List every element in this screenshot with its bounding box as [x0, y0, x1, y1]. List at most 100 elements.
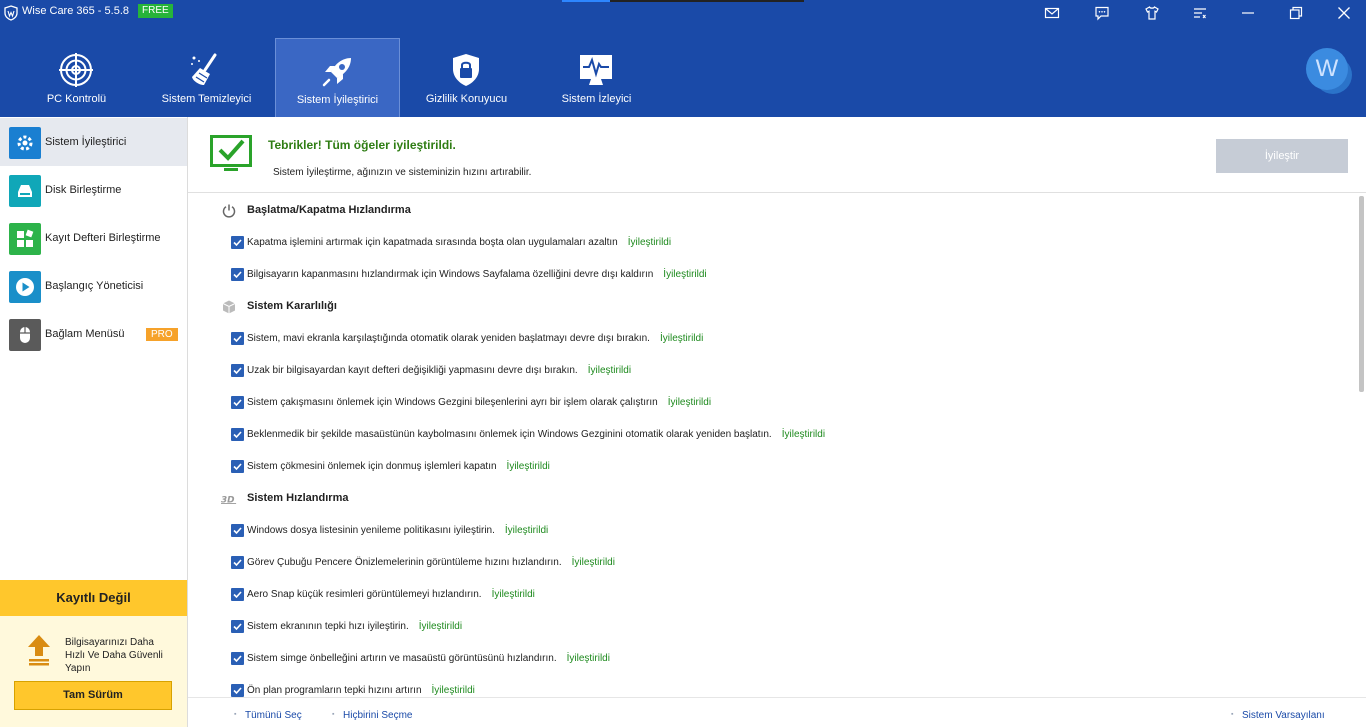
menu-icon[interactable] [1191, 4, 1209, 22]
checkbox[interactable] [231, 524, 244, 537]
lock-shield-icon [453, 54, 479, 86]
item-text: Görev Çubuğu Pencere Önizlemelerinin gör… [247, 557, 562, 568]
item-text: Sistem, mavi ekranla karşılaştığında oto… [247, 333, 650, 344]
tab-label: Gizlilik Koruyucu [425, 93, 508, 105]
item-text: Bilgisayarın kapanmasını hızlandırmak iç… [247, 269, 654, 280]
status-text: İyileştirildi [659, 333, 704, 344]
status-text: İyileştirildi [587, 365, 632, 376]
minimize-icon[interactable] [1239, 4, 1257, 22]
status-text: İyileştirildi [571, 557, 615, 568]
select-all-link[interactable]: Tümünü Seç [234, 710, 302, 721]
tab-sistem-izleyici[interactable]: Sistem İzleyici [534, 38, 659, 117]
tab-label: PC Kontrolü [46, 93, 107, 105]
item-text: Aero Snap küçük resimleri görüntülemeyi … [247, 589, 482, 600]
gear-icon [9, 127, 41, 159]
item-text: Windows dosya listesinin yenileme politi… [247, 525, 495, 536]
status-text: İyileştirildi [504, 525, 549, 536]
checkbox[interactable] [231, 396, 244, 409]
app-header: Wise Care 365 - 5.5.8 FREE PC Kontrolü S… [0, 0, 1366, 117]
tab-label: Sistem İyileştirici [296, 94, 379, 106]
tab-label: Sistem Temizleyici [161, 93, 252, 105]
tab-sistem-iyilestirici[interactable]: Sistem İyileştirici [275, 38, 400, 117]
status-text: İyileştirildi [566, 653, 610, 664]
item-text: Sistem çakışmasını önlemek için Windows … [247, 397, 658, 408]
status-text: İyileştirildi [663, 269, 707, 280]
free-badge: FREE [138, 4, 173, 18]
close-icon[interactable] [1335, 4, 1353, 22]
tab-gizlilik-koruyucu[interactable]: Gizlilik Koruyucu [404, 38, 529, 117]
power-icon [222, 204, 236, 218]
section-title: Sistem Hızlandırma [247, 492, 349, 504]
disk-icon [9, 175, 41, 207]
checkbox[interactable] [231, 684, 244, 697]
optimize-button[interactable]: İyileştir [1216, 139, 1348, 173]
rocket-icon [322, 58, 351, 87]
sidebar-item-label: Bağlam Menüsü [45, 328, 125, 340]
sidebar-item-sistem-iyilestirici[interactable]: Sistem İyileştirici [0, 118, 187, 166]
checkbox[interactable] [231, 236, 244, 249]
registration-banner: Kayıtlı Değil [0, 580, 187, 616]
mouse-icon [9, 319, 41, 351]
chat-icon[interactable] [1093, 4, 1111, 22]
restore-icon[interactable] [1287, 4, 1305, 22]
monitor-pulse-icon [580, 55, 612, 85]
tab-sistem-temizleyici[interactable]: Sistem Temizleyici [144, 38, 269, 117]
banner-subtitle: Sistem İyileştirme, ağınızın ve sistemin… [273, 167, 532, 178]
tab-label: Sistem İzleyici [561, 93, 632, 105]
sidebar-item-label: Disk Birleştirme [45, 184, 122, 196]
status-text: İyileştirildi [781, 429, 826, 440]
sidebar-item-kayit-defteri[interactable]: Kayıt Defteri Birleştirme [0, 214, 187, 262]
sidebar-item-baslangic-yoneticisi[interactable]: Başlangıç Yöneticisi [0, 262, 187, 310]
item-text: Sistem çökmesini önlemek için donmuş işl… [247, 461, 497, 472]
pro-badge: PRO [146, 328, 178, 341]
section-title: Başlatma/Kapatma Hızlandırma [247, 204, 411, 216]
sidebar-item-label: Başlangıç Yöneticisi [45, 280, 144, 292]
success-check-icon [210, 135, 252, 171]
footer-bar: Tümünü Seç Hiçbirini Seçme Sistem Varsay… [188, 697, 1366, 727]
select-none-link[interactable]: Hiçbirini Seçme [332, 710, 413, 721]
title-bar: Wise Care 365 - 5.5.8 FREE [0, 0, 1366, 26]
sidebar-item-label: Kayıt Defteri Birleştirme [45, 232, 161, 244]
tab-pc-kontrolu[interactable]: PC Kontrolü [14, 38, 139, 117]
mail-icon[interactable] [1043, 4, 1061, 22]
broom-icon [191, 53, 217, 85]
status-text: İyileştirildi [431, 685, 475, 696]
checkbox[interactable] [231, 460, 244, 473]
main-panel: Tebrikler! Tüm öğeler iyileştirildi. Sis… [188, 117, 1366, 727]
status-text: İyileştirildi [667, 397, 712, 408]
checkbox[interactable] [231, 268, 244, 281]
status-text: İyileştirildi [491, 589, 535, 600]
item-text: Uzak bir bilgisayardan kayıt defteri değ… [247, 365, 578, 376]
checkbox[interactable] [231, 652, 244, 665]
full-version-button[interactable]: Tam Sürüm [14, 681, 172, 710]
3d-icon: 3D [221, 496, 237, 506]
sidebar: Sistem İyileştirici Disk Birleştirme Kay… [0, 117, 188, 727]
congrats-title: Tebrikler! Tüm öğeler iyileştirildi. [268, 138, 456, 152]
checkbox[interactable] [231, 556, 244, 569]
checkbox[interactable] [231, 428, 244, 441]
top-progress-indicator [562, 0, 804, 2]
radar-icon [59, 53, 93, 87]
item-text: Beklenmedik bir şekilde masaüstünün kayb… [247, 429, 772, 440]
registration-description: Bilgisayarınızı Daha Hızlı Ve Daha Güven… [65, 637, 163, 674]
status-banner: Tebrikler! Tüm öğeler iyileştirildi. Sis… [188, 117, 1366, 193]
scrollbar[interactable] [1359, 196, 1364, 392]
item-text: Kapatma işlemini artırmak için kapatmada… [247, 237, 618, 248]
tshirt-icon[interactable] [1143, 4, 1161, 22]
system-defaults-link[interactable]: Sistem Varsayılanı [1231, 710, 1325, 721]
status-text: İyileştirildi [418, 621, 463, 632]
checkbox[interactable] [231, 588, 244, 601]
item-text: Sistem simge önbelleğini artırın ve masa… [247, 653, 557, 664]
play-icon [9, 271, 41, 303]
checkbox[interactable] [231, 332, 244, 345]
svg-text:3D: 3D [221, 496, 235, 506]
optimization-list: Başlatma/Kapatma Hızlandırma Kapatma işl… [188, 194, 1366, 697]
avatar[interactable]: W [1306, 48, 1348, 90]
registration-box: Bilgisayarınızı Daha Hızlı Ve Daha Güven… [0, 616, 187, 727]
item-text: Sistem ekranının tepki hızı iyileştirin. [247, 621, 409, 632]
app-logo-icon [4, 5, 18, 21]
checkbox[interactable] [231, 364, 244, 377]
sidebar-item-disk-birlestirme[interactable]: Disk Birleştirme [0, 166, 187, 214]
checkbox[interactable] [231, 620, 244, 633]
status-text: İyileştirildi [627, 237, 672, 248]
